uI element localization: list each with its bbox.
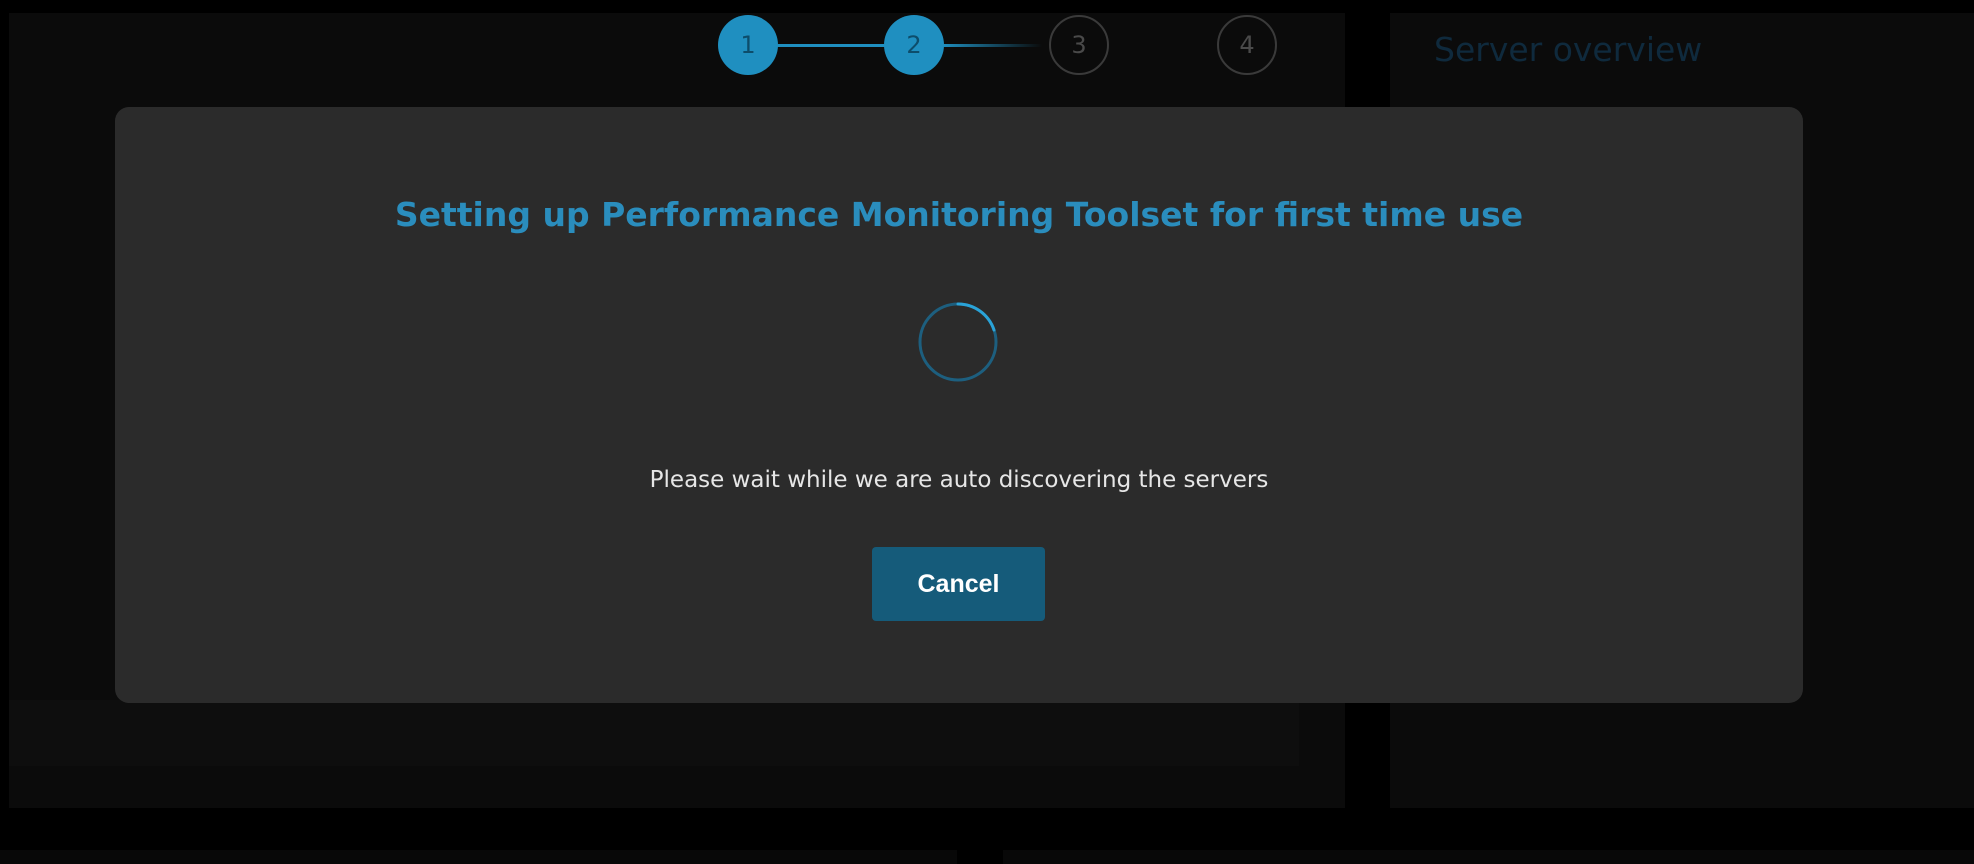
step-4-label: 4 (1239, 31, 1255, 59)
setup-stepper: 1 2 3 4 (718, 15, 1283, 79)
step-3-label: 3 (1071, 31, 1087, 59)
modal-title: Setting up Performance Monitoring Toolse… (394, 195, 1524, 234)
step-connector-1-2 (776, 44, 886, 47)
step-3: 3 (1049, 15, 1109, 75)
step-2: 2 (884, 15, 944, 75)
setup-modal: Setting up Performance Monitoring Toolse… (115, 107, 1803, 703)
step-1-label: 1 (740, 31, 756, 59)
status-message: Please wait while we are auto discoverin… (649, 467, 1269, 493)
loading-spinner-icon (918, 302, 998, 382)
step-connector-2-3 (942, 44, 1042, 47)
server-overview-title: Server overview (1434, 30, 1703, 69)
background-bottom-gap (957, 850, 1003, 864)
step-4: 4 (1217, 15, 1277, 75)
step-2-label: 2 (906, 31, 922, 59)
step-1: 1 (718, 15, 778, 75)
cancel-button[interactable]: Cancel (872, 547, 1045, 621)
app-root: Server overview 1 2 3 4 Setting up Perfo… (0, 0, 1974, 864)
background-panel-left-footer (9, 700, 1299, 766)
